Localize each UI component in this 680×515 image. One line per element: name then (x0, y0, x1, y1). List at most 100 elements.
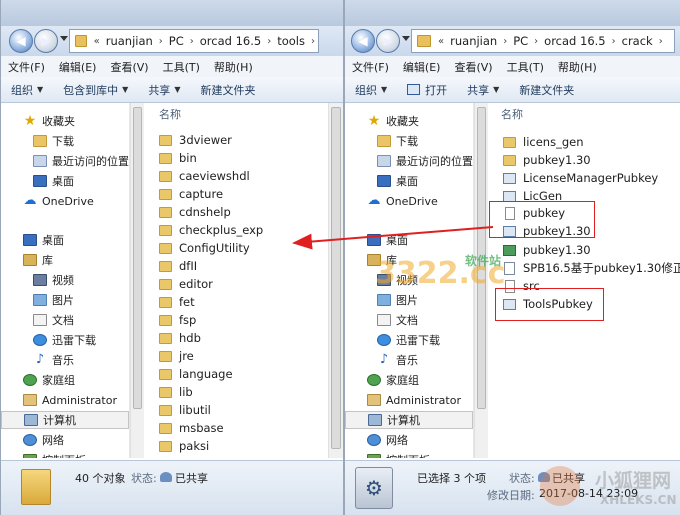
nav-item[interactable]: 控制面板 (1, 451, 129, 458)
file-list-item[interactable]: SPB16.5基于pubkey1.30修正破解方 (503, 259, 680, 277)
chevron-right-icon[interactable]: › (187, 36, 197, 47)
nav-item[interactable]: 桌面 (345, 231, 473, 249)
file-list-item[interactable]: ConfigUtility (159, 239, 250, 257)
nav-item[interactable]: ★ 收藏夹 (1, 112, 129, 130)
nav-item[interactable]: ♪ 音乐 (345, 351, 473, 369)
chevron-right-icon[interactable]: › (656, 36, 666, 47)
menu-tools[interactable]: 工具(T) (500, 59, 551, 75)
nav-item[interactable]: 计算机 (1, 411, 129, 429)
nav-item[interactable]: 下载 (345, 132, 473, 150)
share-button[interactable]: 共享 ▼ (457, 82, 509, 98)
chevron-right-icon[interactable]: › (609, 36, 619, 47)
nav-item[interactable]: 迅雷下载 (1, 331, 129, 349)
chevron-right-icon[interactable]: › (500, 36, 510, 47)
file-list-item[interactable]: licens_gen (503, 133, 583, 151)
nav-item[interactable]: ☁ OneDrive (1, 192, 129, 210)
file-list-item[interactable]: bin (159, 149, 197, 167)
menu-view[interactable]: 查看(V) (447, 59, 499, 75)
file-list-item[interactable]: LicenseManagerPubkey (503, 169, 658, 187)
file-list-item[interactable]: pubkey1.30 (503, 151, 591, 169)
menu-edit[interactable]: 编辑(E) (396, 59, 448, 75)
nav-item[interactable]: 家庭组 (1, 371, 129, 389)
path-segment[interactable]: orcad 16.5 (197, 34, 264, 48)
column-header-name[interactable]: 名称 (501, 106, 523, 122)
scrollbar-thumb[interactable] (331, 107, 341, 449)
file-list-item[interactable]: dfII (159, 257, 197, 275)
chevron-right-icon[interactable]: › (264, 36, 274, 47)
file-list-scrollbar[interactable] (328, 103, 343, 458)
nav-item[interactable]: 最近访问的位置 (345, 152, 473, 170)
nav-item[interactable]: ☁ OneDrive (345, 192, 473, 210)
new-folder-button[interactable]: 新建文件夹 (190, 82, 265, 98)
nav-item[interactable]: 下载 (1, 132, 129, 150)
address-path[interactable]: « ruanjian › PC › orcad 16.5 › crack › (411, 29, 675, 53)
open-button[interactable]: 打开 (397, 82, 457, 98)
history-dropdown-icon[interactable] (60, 36, 68, 41)
back-button[interactable]: ◀ (351, 29, 375, 53)
new-folder-button[interactable]: 新建文件夹 (509, 82, 584, 98)
nav-item[interactable]: 计算机 (345, 411, 473, 429)
nav-item[interactable]: 桌面 (1, 231, 129, 249)
file-list-item[interactable]: fsp (159, 311, 196, 329)
nav-item[interactable]: Administrator (345, 391, 473, 409)
nav-item[interactable]: 最近访问的位置 (1, 152, 129, 170)
file-list-item[interactable]: hdb (159, 329, 201, 347)
forward-button[interactable]: ▶ (376, 29, 400, 53)
file-list-item[interactable]: msbase (159, 419, 224, 437)
nav-item[interactable]: 文档 (1, 311, 129, 329)
path-segment[interactable]: crack (619, 34, 656, 48)
chevron-right-icon[interactable]: › (531, 36, 541, 47)
nav-item[interactable]: 库 (1, 251, 129, 269)
menu-file[interactable]: 文件(F) (1, 59, 52, 75)
file-list-item[interactable]: pubkey1.30 (503, 241, 591, 259)
chevron-right-icon[interactable]: › (308, 36, 318, 47)
nav-item[interactable]: 文档 (345, 311, 473, 329)
nav-item[interactable]: 图片 (1, 291, 129, 309)
path-overflow[interactable]: « (435, 36, 447, 47)
nav-item[interactable]: ♪ 音乐 (1, 351, 129, 369)
menu-help[interactable]: 帮助(H) (207, 59, 260, 75)
menu-file[interactable]: 文件(F) (345, 59, 396, 75)
menu-view[interactable]: 查看(V) (103, 59, 155, 75)
address-path[interactable]: « ruanjian › PC › orcad 16.5 › tools › (69, 29, 319, 53)
nav-item[interactable]: 控制面板 (345, 451, 473, 458)
menu-edit[interactable]: 编辑(E) (52, 59, 104, 75)
nav-item[interactable]: 视频 (1, 271, 129, 289)
nav-item[interactable]: 桌面 (345, 172, 473, 190)
forward-button[interactable]: ▶ (34, 29, 58, 53)
path-segment[interactable]: ruanjian (447, 34, 500, 48)
nav-pane-scrollbar[interactable] (130, 103, 144, 458)
path-segment[interactable]: tools (274, 34, 308, 48)
include-in-library-button[interactable]: 包含到库中 ▼ (53, 82, 138, 98)
back-button[interactable]: ◀ (9, 29, 33, 53)
nav-item[interactable]: 迅雷下载 (345, 331, 473, 349)
file-list-item[interactable]: 3dviewer (159, 131, 232, 149)
file-list-item[interactable]: cdnshelp (159, 203, 231, 221)
path-segment[interactable]: ruanjian (103, 34, 156, 48)
nav-item[interactable]: 图片 (345, 291, 473, 309)
file-list-item[interactable]: editor (159, 275, 213, 293)
nav-item[interactable]: 桌面 (1, 172, 129, 190)
path-segment[interactable]: PC (510, 34, 531, 48)
nav-item[interactable]: 网络 (345, 431, 473, 449)
nav-item[interactable]: ★ 收藏夹 (345, 112, 473, 130)
share-button[interactable]: 共享 ▼ (138, 82, 190, 98)
file-list-item[interactable]: libutil (159, 401, 211, 419)
menu-tools[interactable]: 工具(T) (156, 59, 207, 75)
path-segment[interactable]: orcad 16.5 (541, 34, 608, 48)
file-list-item[interactable]: jre (159, 347, 194, 365)
file-list-item[interactable]: capture (159, 185, 223, 203)
column-header-name[interactable]: 名称 (159, 106, 181, 122)
file-list-item[interactable]: paksi (159, 437, 209, 455)
nav-item[interactable]: 网络 (1, 431, 129, 449)
file-list-item[interactable]: caeviewshdl (159, 167, 250, 185)
file-list-item[interactable]: checkplus_exp (159, 221, 263, 239)
file-list-item[interactable]: language (159, 365, 233, 383)
path-segment[interactable]: PC (166, 34, 187, 48)
organize-button[interactable]: 组织 ▼ (345, 82, 397, 98)
file-list-item[interactable]: lib (159, 383, 193, 401)
path-overflow[interactable]: « (91, 36, 103, 47)
scrollbar-thumb[interactable] (133, 107, 142, 409)
menu-help[interactable]: 帮助(H) (551, 59, 604, 75)
file-list-item[interactable]: fet (159, 293, 195, 311)
